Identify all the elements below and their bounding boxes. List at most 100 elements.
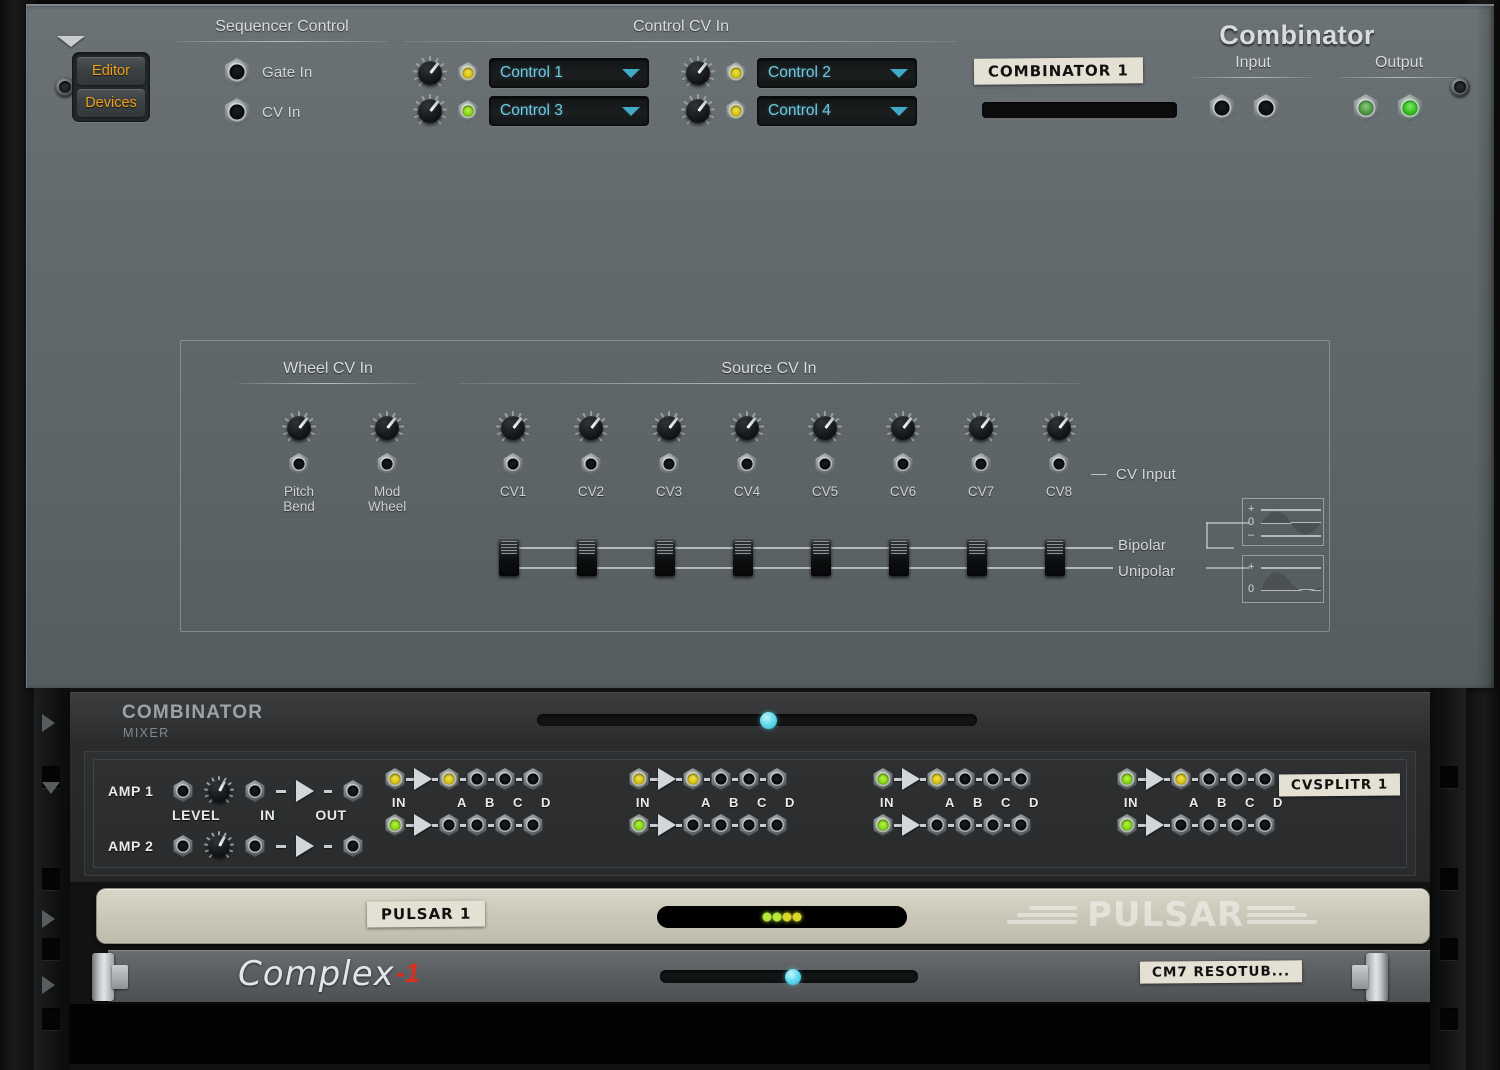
cv1-knob[interactable]: [495, 411, 531, 445]
splitter-2-in-jack[interactable]: [629, 768, 649, 790]
fold-arrow-icon[interactable]: [57, 36, 85, 47]
amp-1-out-jack[interactable]: [343, 780, 363, 802]
cv8-polarity-fader[interactable]: [1045, 538, 1065, 576]
control-3-select[interactable]: Control 3: [489, 96, 649, 126]
rack-fold-arrow-mixer[interactable]: [42, 782, 60, 794]
splitter-2-out-c-jack[interactable]: [739, 768, 759, 790]
amp-1-cv-jack[interactable]: [173, 780, 193, 802]
rack-fold-arrow-complex[interactable]: [42, 976, 55, 994]
amp-2-cv-jack[interactable]: [173, 835, 193, 857]
control-1-knob[interactable]: [412, 56, 448, 90]
rack-fold-arrow-combinator[interactable]: [42, 714, 55, 732]
splitter-3-out-d-jack[interactable]: [1011, 768, 1031, 790]
cv3-knob[interactable]: [651, 411, 687, 445]
splitter-1b-out-a-jack[interactable]: [439, 814, 459, 836]
combinator-scroll-track[interactable]: [537, 714, 977, 726]
cv7-knob[interactable]: [963, 411, 999, 445]
cv3-polarity-fader[interactable]: [655, 538, 675, 576]
amp-2-level-knob[interactable]: [203, 831, 235, 861]
control-3-jack[interactable]: [458, 100, 478, 122]
splitter-2b-out-a-jack[interactable]: [683, 814, 703, 836]
control-2-jack[interactable]: [726, 62, 746, 84]
cv5-jack[interactable]: [815, 453, 835, 475]
cv8-jack[interactable]: [1049, 453, 1069, 475]
splitter-4-out-c-jack[interactable]: [1227, 768, 1247, 790]
splitter-4-out-d-jack[interactable]: [1255, 768, 1275, 790]
control-1-select[interactable]: Control 1: [489, 58, 649, 88]
input-left-jack[interactable]: [1209, 94, 1235, 122]
patch-name-tape[interactable]: COMBINATOR 1: [973, 57, 1144, 85]
cv5-polarity-fader[interactable]: [811, 538, 831, 576]
combinator-scroll-handle[interactable]: [760, 712, 777, 729]
editor-button[interactable]: Editor: [77, 57, 145, 85]
cv2-knob[interactable]: [573, 411, 609, 445]
devices-button[interactable]: Devices: [77, 89, 145, 117]
splitter-1-out-d-jack[interactable]: [523, 768, 543, 790]
splitter-3b-out-d-jack[interactable]: [1011, 814, 1031, 836]
splitter-1-out-a-jack[interactable]: [439, 768, 459, 790]
splitter-2-out-d-jack[interactable]: [767, 768, 787, 790]
pitch-bend-knob[interactable]: [281, 411, 317, 445]
splitter-2b-out-c-jack[interactable]: [739, 814, 759, 836]
splitter-4b-out-a-jack[interactable]: [1171, 814, 1191, 836]
cv6-jack[interactable]: [893, 453, 913, 475]
control-4-jack[interactable]: [726, 100, 746, 122]
patch-display-bar[interactable]: [982, 102, 1177, 118]
splitter-2b-in-jack[interactable]: [629, 814, 649, 836]
splitter-4-out-b-jack[interactable]: [1199, 768, 1219, 790]
splitter-2-out-a-jack[interactable]: [683, 768, 703, 790]
amp-2-in-jack[interactable]: [245, 835, 265, 857]
amp-1-in-jack[interactable]: [245, 780, 265, 802]
input-right-jack[interactable]: [1253, 94, 1279, 122]
splitter-2b-out-b-jack[interactable]: [711, 814, 731, 836]
mod-wheel-knob[interactable]: [370, 411, 405, 445]
cv4-polarity-fader[interactable]: [733, 538, 753, 576]
splitter-1b-out-b-jack[interactable]: [467, 814, 487, 836]
control-3-knob[interactable]: [412, 94, 448, 128]
output-left-jack[interactable]: [1353, 94, 1379, 122]
rack-fold-arrow-pulsar[interactable]: [42, 910, 55, 928]
complex-patch-tape[interactable]: CM7 RESOTUB...: [1139, 960, 1303, 984]
cv8-knob[interactable]: [1041, 411, 1077, 445]
splitter-3b-in-jack[interactable]: [873, 814, 893, 836]
splitter-3-out-c-jack[interactable]: [983, 768, 1003, 790]
splitter-4b-out-b-jack[interactable]: [1199, 814, 1219, 836]
cv-in-jack[interactable]: [224, 98, 250, 126]
splitter-3b-out-b-jack[interactable]: [955, 814, 975, 836]
splitter-2-out-b-jack[interactable]: [711, 768, 731, 790]
splitter-4-out-a-jack[interactable]: [1171, 768, 1191, 790]
amp-2-out-jack[interactable]: [343, 835, 363, 857]
splitter-3-out-b-jack[interactable]: [955, 768, 975, 790]
cv6-knob[interactable]: [885, 411, 921, 445]
splitter-3-out-a-jack[interactable]: [927, 768, 947, 790]
cv7-jack[interactable]: [971, 453, 991, 475]
control-1-jack[interactable]: [458, 62, 478, 84]
control-4-knob[interactable]: [680, 94, 716, 128]
splitter-4-in-jack[interactable]: [1117, 768, 1137, 790]
splitter-3b-out-a-jack[interactable]: [927, 814, 947, 836]
splitter-2b-out-d-jack[interactable]: [767, 814, 787, 836]
complex-left-handle[interactable]: [92, 953, 128, 1001]
cv4-jack[interactable]: [737, 453, 757, 475]
splitter-1b-in-jack[interactable]: [385, 814, 405, 836]
cv5-knob[interactable]: [807, 411, 843, 445]
complex-scroll-handle[interactable]: [785, 969, 801, 985]
splitter-1b-out-d-jack[interactable]: [523, 814, 543, 836]
cv2-jack[interactable]: [581, 453, 601, 475]
splitter-1-out-c-jack[interactable]: [495, 768, 515, 790]
control-4-select[interactable]: Control 4: [757, 96, 917, 126]
splitter-3b-out-c-jack[interactable]: [983, 814, 1003, 836]
gate-in-jack[interactable]: [224, 58, 250, 86]
cvsplitter-patch-tape[interactable]: CVSPLITR 1: [1278, 773, 1401, 797]
cv1-jack[interactable]: [503, 453, 523, 475]
control-2-knob[interactable]: [680, 56, 716, 90]
cv4-knob[interactable]: [729, 411, 765, 445]
splitter-3-in-jack[interactable]: [873, 768, 893, 790]
amp-1-level-knob[interactable]: [203, 776, 235, 806]
splitter-4b-out-c-jack[interactable]: [1227, 814, 1247, 836]
splitter-4b-out-d-jack[interactable]: [1255, 814, 1275, 836]
cv3-jack[interactable]: [659, 453, 679, 475]
splitter-1b-out-c-jack[interactable]: [495, 814, 515, 836]
splitter-1-out-b-jack[interactable]: [467, 768, 487, 790]
mod-wheel-jack[interactable]: [377, 453, 397, 475]
